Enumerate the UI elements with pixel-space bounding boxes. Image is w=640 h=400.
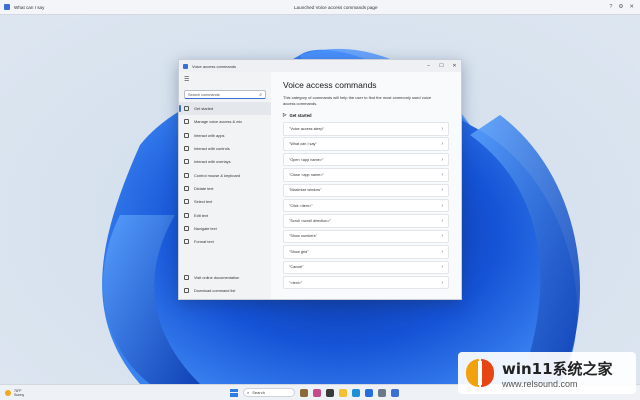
chevron-right-icon: › bbox=[441, 202, 443, 209]
command-item[interactable]: "Voice access sleep" › bbox=[283, 122, 449, 136]
edge-browser-icon[interactable] bbox=[352, 388, 360, 397]
chevron-right-icon: › bbox=[441, 171, 443, 178]
mouse-icon bbox=[184, 172, 189, 178]
menu-hamburger-icon[interactable]: ☰ bbox=[184, 76, 271, 86]
command-item[interactable]: "Scroll <scroll direction>" › bbox=[283, 214, 449, 228]
chevron-right-icon: › bbox=[441, 187, 443, 194]
command-item[interactable]: "<text>" › bbox=[283, 275, 449, 290]
window-titlebar[interactable]: Voice access commands – ☐ ✕ bbox=[179, 60, 461, 72]
search-icon: ⌕ bbox=[247, 390, 250, 395]
format-icon bbox=[184, 239, 189, 245]
command-item[interactable]: "Close <app name>" › bbox=[283, 168, 449, 182]
chevron-right-icon: › bbox=[441, 218, 443, 225]
settings-gear-icon[interactable]: ⚙ bbox=[618, 4, 623, 10]
nav-item-manage-voice-access[interactable]: Manage voice access & mic bbox=[179, 115, 271, 128]
help-icon[interactable]: ? bbox=[609, 4, 612, 10]
download-icon bbox=[184, 287, 189, 293]
nav-item-get-started[interactable]: Get started bbox=[179, 102, 271, 116]
taskbar-center: ⌕ Search bbox=[230, 388, 399, 397]
voice-access-taskbar-icon[interactable] bbox=[391, 388, 399, 397]
close-window-icon[interactable]: ✕ bbox=[448, 63, 461, 69]
chevron-right-icon: › bbox=[441, 233, 443, 240]
nav-item-navigate-text[interactable]: Navigate text bbox=[179, 222, 271, 235]
weather-widget[interactable]: 78°F Sunny bbox=[5, 389, 24, 397]
nav-item-mouse-keyboard[interactable]: Control mouse & keyboard bbox=[179, 168, 271, 181]
voice-access-app-icon bbox=[183, 63, 188, 69]
voice-access-bar: What can I say Launched Voice access com… bbox=[0, 0, 640, 15]
maximize-icon[interactable]: ☐ bbox=[435, 63, 448, 69]
microphone-icon[interactable] bbox=[4, 4, 10, 10]
watermark-url: www.relsound.com bbox=[502, 378, 578, 389]
brand-logo-icon bbox=[466, 359, 494, 387]
link-download-command-list[interactable]: Download command list bbox=[179, 284, 271, 297]
nav-item-interact-overlays[interactable]: Interact with overlays bbox=[179, 155, 271, 168]
nav-item-format-text[interactable]: Format text bbox=[179, 235, 271, 248]
chevron-right-icon: › bbox=[441, 248, 443, 255]
command-item[interactable]: "Cancel" › bbox=[283, 260, 449, 275]
voice-bar-feedback: Launched Voice access commands page bbox=[294, 4, 378, 10]
overlay-icon bbox=[184, 159, 189, 165]
select-text-icon bbox=[184, 199, 189, 205]
content-pane: Voice access commands This category of c… bbox=[271, 72, 461, 299]
command-item[interactable]: "Open <app name>" › bbox=[283, 152, 449, 167]
controls-icon bbox=[184, 146, 189, 152]
nav-item-select-text[interactable]: Select text bbox=[179, 195, 271, 208]
globe-icon bbox=[184, 274, 189, 280]
window-title: Voice access commands bbox=[192, 63, 237, 69]
apps-icon bbox=[184, 132, 189, 138]
navigation-pane: ☰ Search commands ⌕ Get started Manage v… bbox=[179, 72, 271, 299]
start-windows-icon[interactable] bbox=[230, 388, 238, 397]
command-list: "Voice access sleep" › "What can I say" › … bbox=[283, 122, 449, 290]
minimize-icon[interactable]: – bbox=[422, 63, 435, 69]
page-description: This category of commands will help the … bbox=[283, 95, 432, 106]
copilot-app-icon[interactable] bbox=[326, 388, 334, 397]
play-icon: ▷ bbox=[283, 112, 287, 117]
widgets-app-icon[interactable] bbox=[300, 388, 308, 397]
command-item[interactable]: "Show grid" › bbox=[283, 245, 449, 259]
nav-item-interact-controls[interactable]: Interact with controls bbox=[179, 142, 271, 155]
chevron-right-icon: › bbox=[441, 279, 443, 286]
search-icon[interactable]: ⌕ bbox=[259, 92, 262, 98]
bottom-links: Visit online documentation Download comm… bbox=[179, 270, 271, 297]
nav-list: Get started Manage voice access & mic In… bbox=[179, 102, 271, 248]
command-item[interactable]: "What can I say" › bbox=[283, 137, 449, 151]
watermark-brand: win11系统之家 bbox=[502, 359, 613, 378]
voice-bar-status: What can I say bbox=[14, 4, 45, 10]
chevron-right-icon: › bbox=[441, 141, 443, 148]
microphone-icon bbox=[184, 119, 189, 125]
search-placeholder: Search commands bbox=[188, 92, 220, 97]
command-item[interactable]: "Maximize window" › bbox=[283, 183, 449, 198]
site-watermark: win11系统之家 www.relsound.com bbox=[458, 352, 636, 394]
rocket-icon bbox=[184, 106, 189, 112]
search-commands-input[interactable]: Search commands ⌕ bbox=[184, 90, 266, 99]
voice-access-commands-window: Voice access commands – ☐ ✕ ☰ Search com… bbox=[178, 59, 462, 300]
chevron-right-icon: › bbox=[441, 125, 443, 132]
chevron-right-icon: › bbox=[441, 156, 443, 163]
section-get-started[interactable]: ▷ Get started bbox=[283, 112, 449, 118]
command-item[interactable]: "Show numbers" › bbox=[283, 229, 449, 244]
edit-icon bbox=[184, 212, 189, 218]
file-explorer-icon[interactable] bbox=[339, 388, 347, 397]
nav-item-dictate-text[interactable]: Dictate text bbox=[179, 182, 271, 195]
dictate-icon bbox=[184, 185, 189, 191]
task-view-icon[interactable] bbox=[313, 388, 321, 397]
taskbar-search[interactable]: ⌕ Search bbox=[243, 388, 295, 397]
weather-condition: Sunny bbox=[14, 392, 25, 397]
nav-item-interact-apps[interactable]: Interact with apps bbox=[179, 129, 271, 142]
sun-icon bbox=[5, 389, 11, 396]
nav-item-edit-text[interactable]: Edit text bbox=[179, 208, 271, 221]
command-item[interactable]: "Click <item>" › bbox=[283, 198, 449, 213]
page-heading: Voice access commands bbox=[283, 80, 377, 90]
link-online-documentation[interactable]: Visit online documentation bbox=[179, 270, 271, 283]
close-icon[interactable]: ✕ bbox=[629, 4, 634, 10]
store-app-icon[interactable] bbox=[365, 388, 373, 397]
navigate-icon bbox=[184, 225, 189, 231]
settings-app-icon[interactable] bbox=[378, 388, 386, 397]
chevron-right-icon: › bbox=[441, 264, 443, 271]
